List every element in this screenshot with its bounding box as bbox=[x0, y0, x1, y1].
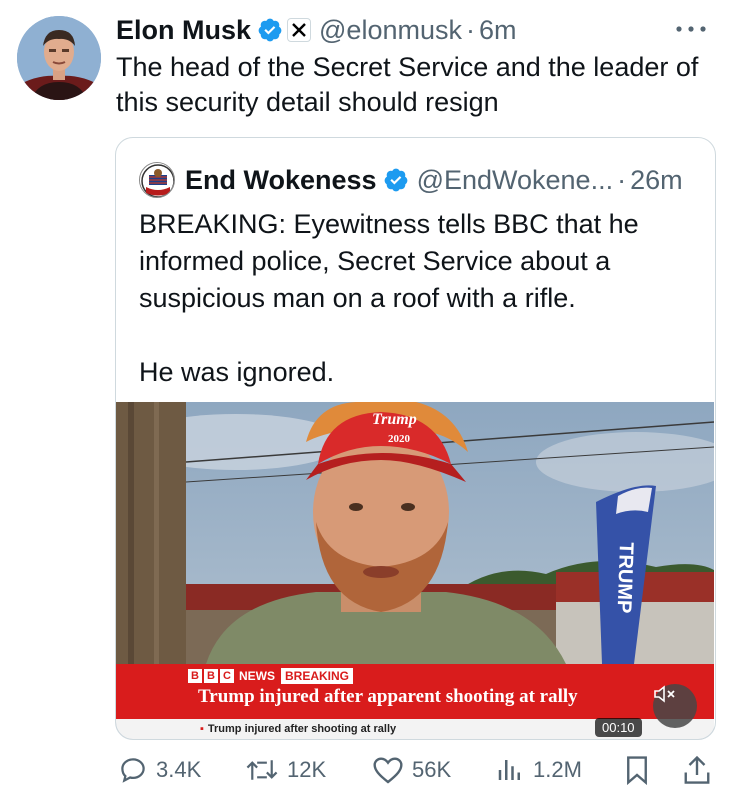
ticker-text: Trump injured after shooting at rally bbox=[200, 723, 396, 735]
reply-count: 3.4K bbox=[156, 757, 202, 782]
action-bar: 3.4K 12K 56K 1.2M bbox=[115, 750, 716, 790]
repost-icon bbox=[246, 760, 278, 780]
cap-text: Trump bbox=[372, 411, 417, 428]
x-affiliate-badge-icon[interactable] bbox=[287, 18, 312, 42]
news-headline: Trump injured after apparent shooting at… bbox=[198, 686, 578, 707]
video-duration: 00:10 bbox=[595, 718, 642, 737]
share-icon bbox=[684, 755, 710, 784]
views-button[interactable]: 1.2M bbox=[495, 750, 582, 790]
share-button[interactable] bbox=[683, 750, 719, 790]
banner-text: TRUMP bbox=[613, 542, 637, 614]
quoted-time[interactable]: 26m bbox=[630, 165, 683, 196]
bookmark-icon bbox=[627, 756, 647, 785]
author-handle[interactable]: @elonmusk bbox=[319, 15, 462, 46]
quoted-tweet[interactable]: End Wokeness @EndWokene... · 26m BREAKIN… bbox=[115, 137, 716, 740]
quoted-author-name[interactable]: End Wokeness bbox=[185, 165, 377, 196]
tweet-header: Elon Musk @elonmusk · 6m bbox=[116, 10, 713, 50]
bbc-news-label: NEWS bbox=[239, 669, 275, 683]
quoted-separator-dot: · bbox=[617, 164, 627, 195]
quoted-text-line: BREAKING: Eyewitness tells BBC that he i… bbox=[139, 209, 639, 313]
bbc-box: B bbox=[188, 669, 202, 683]
more-options-icon[interactable] bbox=[672, 16, 710, 42]
quoted-text-line: He was ignored. bbox=[139, 357, 335, 387]
like-button[interactable]: 56K bbox=[372, 750, 451, 790]
reply-button[interactable]: 3.4K bbox=[118, 750, 201, 790]
views-chart-icon bbox=[498, 760, 520, 780]
view-count: 1.2M bbox=[533, 757, 582, 782]
heart-icon bbox=[373, 757, 403, 784]
repost-count: 12K bbox=[287, 757, 327, 782]
reply-icon bbox=[121, 758, 145, 783]
quoted-avatar[interactable] bbox=[139, 162, 175, 198]
bbc-box: B bbox=[204, 669, 218, 683]
verified-badge-icon[interactable] bbox=[257, 17, 283, 43]
cap-year: 2020 bbox=[388, 433, 411, 445]
mute-icon[interactable] bbox=[653, 684, 697, 728]
bbc-news-logo: B B C NEWS BREAKING bbox=[188, 668, 354, 684]
quoted-verified-badge-icon[interactable] bbox=[383, 167, 409, 193]
quoted-handle[interactable]: @EndWokene... bbox=[417, 165, 614, 196]
video-player[interactable]: TRUMP Trump 2020 B B C NEWS BREAKING Tru… bbox=[116, 402, 714, 739]
quoted-header: End Wokeness @EndWokene... · 26m bbox=[139, 160, 683, 200]
author-avatar[interactable] bbox=[17, 16, 101, 100]
author-name[interactable]: Elon Musk bbox=[116, 15, 251, 46]
tweet-text: The head of the Secret Service and the l… bbox=[116, 52, 699, 117]
tweet-time[interactable]: 6m bbox=[479, 15, 517, 46]
repost-button[interactable]: 12K bbox=[245, 750, 326, 790]
quoted-text: BREAKING: Eyewitness tells BBC that he i… bbox=[139, 206, 699, 391]
breaking-label: BREAKING bbox=[281, 668, 354, 684]
like-count: 56K bbox=[412, 757, 452, 782]
bookmark-button[interactable] bbox=[623, 750, 659, 790]
bbc-box: C bbox=[220, 669, 234, 683]
separator-dot: · bbox=[465, 14, 475, 45]
